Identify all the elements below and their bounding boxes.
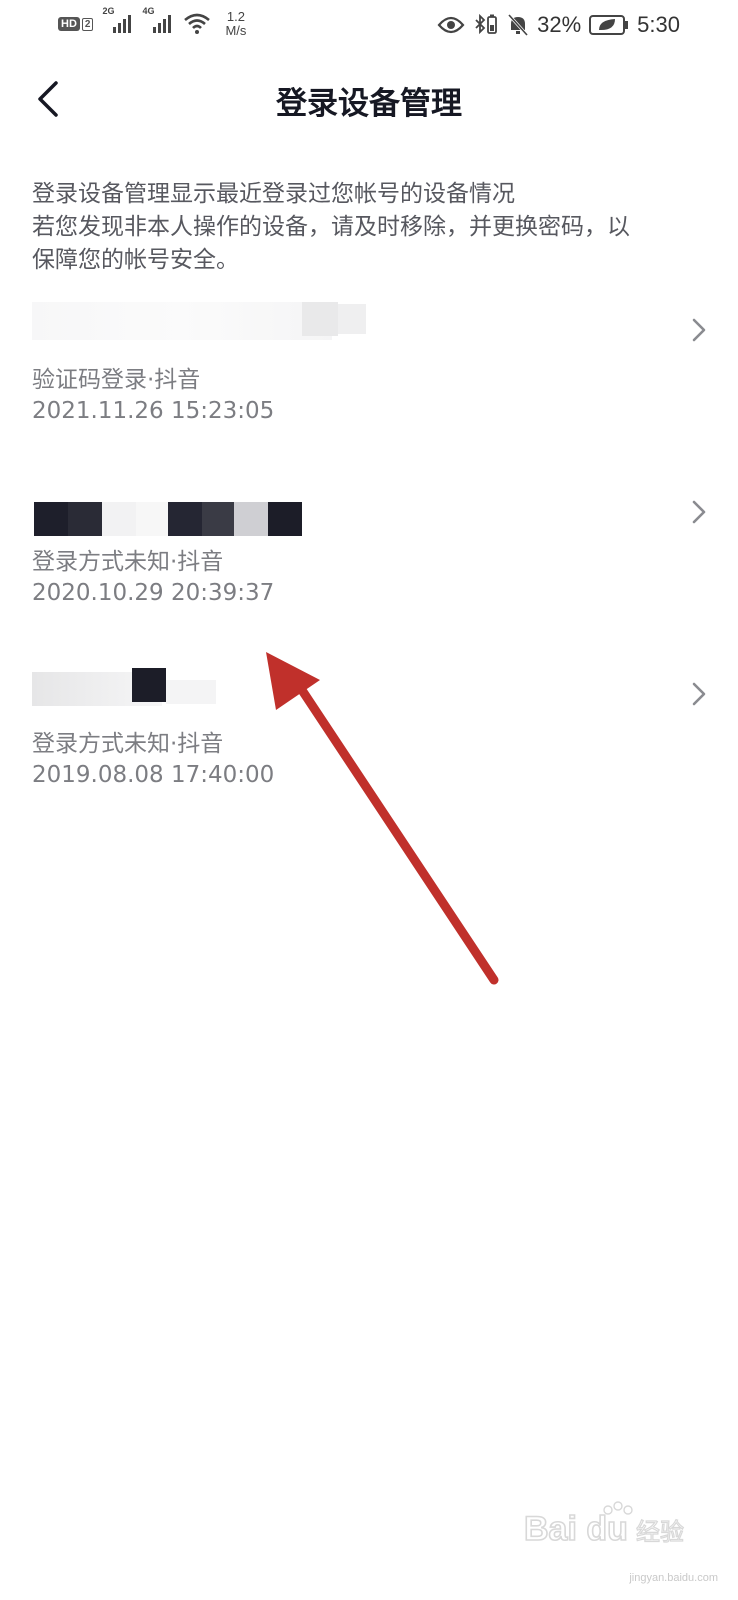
device-login-time: 2020.10.29 20:39:37 bbox=[32, 580, 275, 606]
bluetooth-battery-icon bbox=[475, 13, 498, 35]
device-login-method: 验证码登录·抖音 bbox=[32, 367, 201, 393]
signal-2g-icon: 2G bbox=[102, 6, 133, 35]
chevron-right-icon bbox=[692, 318, 706, 342]
device-login-method: 登录方式未知·抖音 bbox=[32, 731, 224, 757]
description-line: 若您发现非本人操作的设备，请及时移除，并更换密码，以 bbox=[32, 214, 630, 240]
description: 登录设备管理显示最近登录过您帐号的设备情况 若您发现非本人操作的设备，请及时移除… bbox=[32, 178, 712, 277]
status-bar-right: 32% 5:30 bbox=[437, 12, 680, 38]
status-bar: HD 2 2G 4G 1.2 M/s 32% 5:30 bbox=[0, 0, 738, 56]
watermark-url: jingyan.baidu.com bbox=[629, 1572, 718, 1584]
hd-label: HD bbox=[58, 17, 80, 31]
description-line: 保障您的帐号安全。 bbox=[32, 247, 239, 273]
chevron-right-icon bbox=[692, 682, 706, 706]
notifications-off-icon bbox=[508, 13, 529, 37]
chevron-right-icon bbox=[692, 500, 706, 524]
signal-4g-icon: 4G bbox=[142, 6, 173, 35]
sim-label: 2 bbox=[81, 17, 94, 31]
status-bar-left: HD 2 2G 4G 1.2 M/s bbox=[58, 6, 246, 38]
description-line: 登录设备管理显示最近登录过您帐号的设备情况 bbox=[32, 181, 515, 207]
device-login-method: 登录方式未知·抖音 bbox=[32, 549, 224, 575]
speed-unit: M/s bbox=[225, 23, 247, 38]
svg-text:Bai du: Bai du bbox=[524, 1510, 628, 1548]
nav-bar: 登录设备管理 bbox=[0, 56, 738, 146]
signal-gen-label: 4G bbox=[142, 6, 155, 16]
svg-text:经验: 经验 bbox=[636, 1518, 684, 1546]
clock: 5:30 bbox=[637, 12, 680, 37]
wifi-icon bbox=[184, 13, 211, 34]
battery-saver-icon bbox=[589, 15, 629, 35]
baidu-watermark-logo: Bai du 经验 bbox=[524, 1501, 685, 1549]
eye-icon bbox=[437, 16, 465, 34]
signal-gen-label: 2G bbox=[102, 6, 115, 16]
network-speed: 1.2 M/s bbox=[225, 10, 246, 38]
device-item[interactable]: 登录方式未知·抖音 2019.08.08 17:40:00 bbox=[0, 666, 738, 826]
page-title: 登录设备管理 bbox=[276, 86, 462, 122]
device-login-time: 2019.08.08 17:40:00 bbox=[32, 762, 275, 788]
device-item[interactable]: 验证码登录·抖音 2021.11.26 15:23:05 bbox=[0, 302, 738, 462]
device-item[interactable]: 登录方式未知·抖音 2020.10.29 20:39:37 bbox=[0, 484, 738, 644]
hd-volte-icon: HD 2 bbox=[58, 17, 94, 31]
battery-percent: 32% bbox=[537, 12, 582, 37]
speed-value: 1.2 bbox=[226, 9, 245, 24]
device-login-time: 2021.11.26 15:23:05 bbox=[32, 398, 275, 424]
